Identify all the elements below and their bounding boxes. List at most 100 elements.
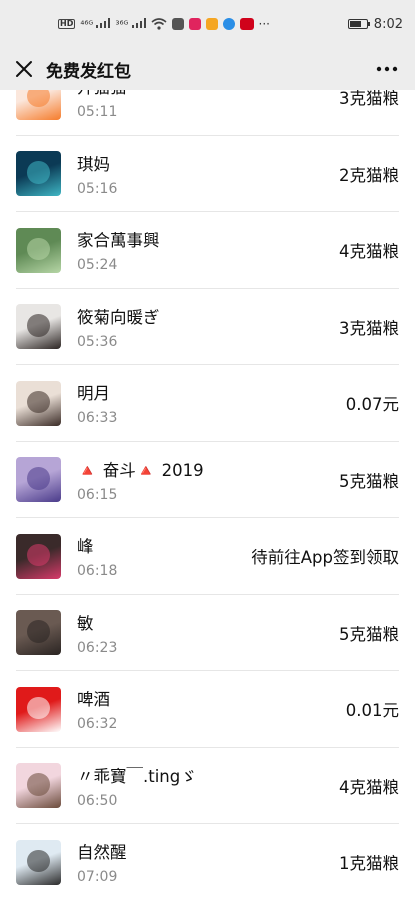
claim-time: 05:11	[77, 104, 118, 121]
list-item[interactable]: 自然醒 07:09 1克猫粮	[0, 824, 415, 900]
claim-amount: 1克猫粮	[339, 854, 399, 874]
list-item-meta: 明月 06:33	[77, 380, 346, 426]
list-item[interactable]: 筱菊向暖ぎ 05:36 3克猫粮	[0, 289, 415, 366]
more-icon	[376, 66, 398, 72]
signal-bars-icon-2	[131, 17, 146, 28]
close-icon	[16, 61, 32, 77]
avatar-figure	[27, 543, 50, 567]
avatar	[16, 90, 61, 120]
avatar	[16, 227, 61, 273]
list-item-meta: 敏 06:23	[77, 610, 339, 656]
signal-bars-icon	[96, 17, 111, 28]
list-item[interactable]: 敏 06:23 5克猫粮	[0, 595, 415, 672]
recipient-name: 明月	[77, 384, 110, 404]
list-item-meta: 筱菊向暖ぎ 05:36	[77, 304, 339, 350]
signal-icon-2: ³⁶ᴳ	[115, 17, 146, 31]
claim-time: 07:09	[77, 869, 118, 886]
claim-amount: 5克猫粮	[339, 624, 399, 644]
close-button[interactable]	[14, 59, 34, 79]
claim-amount: 2克猫粮	[339, 165, 399, 185]
list-item-meta: 家合萬事興 05:24	[77, 227, 339, 273]
status-bar: HD ⁴⁶ᴳ ³⁶ᴳ ··· 8:02	[0, 0, 415, 48]
recipient-list[interactable]: 开猫猫05:113克猫粮琪妈05:162克猫粮家合萬事興05:244克猫粮筱菊向…	[0, 90, 415, 900]
avatar-figure	[27, 849, 50, 873]
claim-amount: 4克猫粮	[339, 777, 399, 797]
recipient-list-inner: 开猫猫05:113克猫粮琪妈05:162克猫粮家合萬事興05:244克猫粮筱菊向…	[0, 90, 415, 900]
list-item-meta: 〃乖寶￣.tingゞ 06:50	[77, 763, 339, 809]
app-notification-icon-2	[205, 18, 218, 30]
nav-bar: 免费发红包	[0, 48, 415, 90]
list-item[interactable]: 琪妈 05:16 2克猫粮	[0, 136, 415, 213]
calendar-app-icon	[171, 18, 184, 30]
avatar	[16, 457, 61, 503]
list-item[interactable]: 啤酒 06:32 0.01元	[0, 671, 415, 748]
status-icons: HD ⁴⁶ᴳ ³⁶ᴳ ···	[58, 17, 270, 31]
list-item[interactable]: 〃乖寶￣.tingゞ 06:50 4克猫粮	[0, 748, 415, 825]
list-item[interactable]: 开猫猫 05:11 3克猫粮	[0, 90, 415, 136]
recipient-name: 筱菊向暖ぎ	[77, 307, 160, 327]
avatar-figure	[27, 237, 50, 261]
claim-time: 06:18	[77, 563, 118, 580]
claim-amount: 3克猫粮	[339, 318, 399, 338]
claim-time: 06:32	[77, 716, 118, 733]
signal-label: ⁴⁶ᴳ	[80, 19, 94, 31]
list-item[interactable]: 峰 06:18 待前往App签到领取	[0, 518, 415, 595]
recipient-name: 开猫猫	[77, 90, 339, 98]
more-notifications-icon: ···	[258, 17, 270, 31]
signal-label-2: ³⁶ᴳ	[115, 19, 129, 31]
avatar-figure	[27, 773, 50, 796]
claim-time: 06:15	[77, 486, 118, 503]
claim-amount: 待前往App签到领取	[251, 548, 399, 568]
claim-time: 06:33	[77, 410, 118, 427]
app-notification-icon	[188, 18, 201, 30]
avatar-figure	[27, 90, 50, 108]
list-item[interactable]: 明月 06:33 0.07元	[0, 365, 415, 442]
avatar-figure	[27, 390, 50, 414]
list-item[interactable]: 🔺 奋斗🔺 2019 06:15 5克猫粮	[0, 442, 415, 519]
claim-time: 05:16	[77, 180, 118, 197]
recipient-name: 琪妈	[77, 154, 110, 174]
claim-amount: 0.07元	[345, 395, 399, 415]
list-item-meta: 开猫猫 05:11	[77, 90, 339, 120]
list-item-meta: 自然醒 07:09	[77, 839, 339, 885]
battery-icon	[347, 19, 370, 29]
claim-time: 06:50	[77, 792, 118, 809]
avatar	[16, 610, 61, 656]
list-item[interactable]: 家合萬事興 05:24 4克猫粮	[0, 212, 415, 289]
claim-amount: 5克猫粮	[339, 471, 399, 491]
claim-amount: 3克猫粮	[339, 90, 399, 109]
hd-icon: HD	[58, 19, 76, 29]
recipient-name: 啤酒	[77, 690, 110, 710]
avatar	[16, 304, 61, 350]
avatar	[16, 839, 61, 885]
list-item-meta: 琪妈 05:16	[77, 151, 339, 197]
battery-level	[349, 21, 361, 27]
app-notification-icon-4	[239, 18, 254, 30]
avatar	[16, 380, 61, 426]
recipient-name: 🔺 奋斗🔺 2019	[77, 460, 204, 480]
avatar-figure	[27, 620, 50, 643]
recipient-name: 家合萬事興	[77, 231, 160, 251]
claim-amount: 4克猫粮	[339, 242, 399, 262]
app-notification-icon-3	[222, 18, 235, 30]
wifi-icon	[151, 18, 167, 30]
avatar	[16, 763, 61, 809]
list-item-meta: 🔺 奋斗🔺 2019 06:15	[77, 457, 339, 503]
claim-time: 05:24	[77, 257, 118, 274]
recipient-name: 〃乖寶￣.tingゞ	[77, 766, 197, 786]
avatar-figure	[27, 467, 50, 490]
claim-amount: 0.01元	[345, 701, 399, 721]
more-button[interactable]	[373, 59, 401, 79]
status-right: 8:02	[347, 17, 403, 32]
claim-time: 06:23	[77, 639, 118, 656]
list-item-meta: 啤酒 06:32	[77, 686, 346, 732]
avatar-figure	[27, 314, 50, 337]
avatar	[16, 151, 61, 197]
avatar	[16, 686, 61, 732]
signal-icon: ⁴⁶ᴳ	[80, 17, 111, 31]
avatar-figure	[27, 696, 50, 720]
recipient-name: 自然醒	[77, 843, 127, 863]
page-title: 免费发红包	[46, 61, 131, 82]
avatar-figure	[27, 161, 50, 184]
recipient-name: 峰	[77, 537, 94, 557]
